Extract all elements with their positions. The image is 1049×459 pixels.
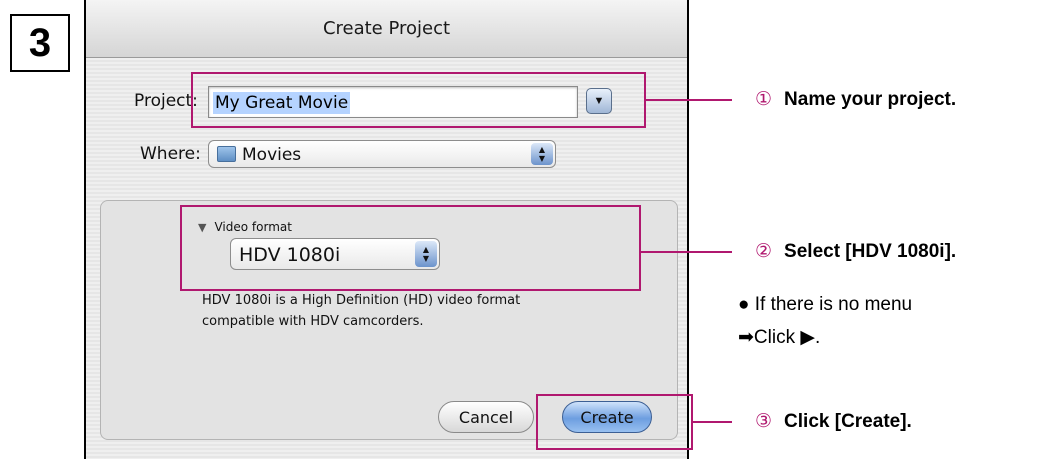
step-number: 3	[10, 14, 70, 72]
where-popup[interactable]: Movies ▲ ▼	[208, 140, 556, 168]
folder-icon	[217, 146, 236, 162]
annotation-1-text: Name your project.	[784, 89, 957, 110]
connector-line-3	[693, 421, 732, 423]
annotation-3-number: ③	[755, 411, 773, 432]
create-highlight-box	[536, 394, 693, 450]
format-highlight-box	[180, 205, 641, 291]
annotation-2-text: Select [HDV 1080i].	[784, 241, 957, 262]
dialog-title: Create Project	[86, 0, 687, 58]
where-label: Where:	[140, 144, 201, 164]
project-highlight-box	[191, 72, 646, 128]
annotation-1-number: ①	[755, 89, 773, 110]
annotation-3-text: Click [Create].	[784, 411, 912, 432]
note-line-1: ● If there is no menu	[738, 294, 913, 315]
cancel-button[interactable]: Cancel	[438, 401, 534, 433]
connector-line-1	[646, 99, 732, 101]
connector-line-2	[641, 251, 732, 253]
where-value: Movies	[242, 145, 302, 165]
project-label: Project:	[134, 91, 198, 111]
format-description: HDV 1080i is a High Definition (HD) vide…	[202, 293, 521, 329]
annotation-1: ① Name your project.	[755, 88, 956, 111]
annotation-2: ② Select [HDV 1080i].	[755, 240, 956, 263]
annotation-3: ③ Click [Create].	[755, 410, 912, 433]
popup-stepper-icon: ▲ ▼	[531, 143, 553, 165]
annotation-2-number: ②	[755, 241, 773, 262]
note-line-2: ➡Click ▶.	[738, 327, 821, 348]
